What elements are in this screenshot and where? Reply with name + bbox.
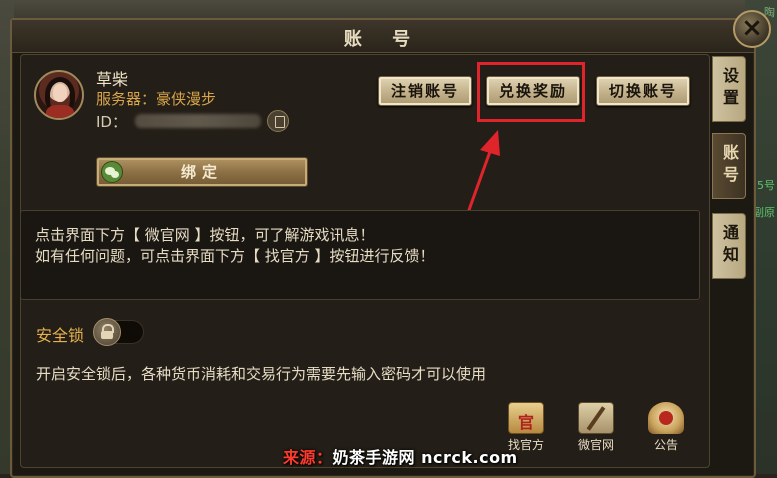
player-name: 草柴 bbox=[96, 70, 129, 89]
security-lock-toggle[interactable] bbox=[93, 318, 144, 346]
official-seal-icon: 官 bbox=[508, 402, 544, 434]
copy-icon[interactable] bbox=[266, 110, 289, 132]
security-lock-label: 安全锁 bbox=[36, 326, 85, 345]
highlight-box bbox=[477, 62, 585, 122]
wechat-icon bbox=[101, 161, 123, 183]
id-label: ID： bbox=[96, 112, 127, 131]
micro-site-label: 微官网 bbox=[577, 438, 614, 452]
window-title: 账 号 bbox=[343, 29, 423, 50]
id-value-obscured bbox=[134, 114, 261, 128]
background-label: 副原 bbox=[753, 206, 775, 219]
scroll-quill-icon bbox=[578, 402, 614, 434]
switch-account-button[interactable]: 切换账号 bbox=[596, 76, 690, 106]
close-icon: × bbox=[741, 13, 763, 43]
info-box: 点击界面下方【 微官网 】按钮，可了解游戏讯息！ 如有任何问题，可点击界面下方【… bbox=[20, 210, 700, 300]
server-info: 服务器：豪侠漫步 bbox=[96, 88, 216, 109]
server-label: 服务器： bbox=[96, 90, 157, 108]
announcement-label: 公告 bbox=[653, 438, 678, 452]
tab-account[interactable]: 账号 bbox=[712, 133, 746, 199]
tab-notice[interactable]: 通知 bbox=[712, 213, 746, 279]
watermark-name: 奶茶手游网 bbox=[332, 448, 416, 467]
background-label: 5号 bbox=[757, 179, 775, 192]
official-seal-glyph: 官 bbox=[517, 413, 534, 432]
bind-wechat-button[interactable]: 绑定 bbox=[96, 157, 308, 187]
info-line: 如有任何问题，可点击界面下方【 找官方 】按钮进行反馈！ bbox=[35, 247, 435, 265]
title-bar: 账 号 bbox=[12, 20, 754, 53]
micro-site-button[interactable]: 微官网 bbox=[570, 402, 622, 452]
close-button[interactable]: × bbox=[733, 10, 771, 48]
bind-label: 绑定 bbox=[180, 163, 223, 181]
info-line: 点击界面下方【 微官网 】按钮，可了解游戏讯息！ bbox=[35, 226, 375, 244]
watermark: 来源：奶茶手游网 ncrck.com bbox=[283, 444, 518, 468]
avatar bbox=[34, 70, 84, 120]
security-lock-description: 开启安全锁后，各种货币消耗和交易行为需要先输入密码才可以使用 bbox=[36, 365, 487, 383]
lock-icon bbox=[93, 318, 121, 346]
find-official-button[interactable]: 官 找官方 bbox=[500, 402, 552, 452]
player-id-row: ID： bbox=[96, 110, 289, 132]
server-value: 豪侠漫步 bbox=[156, 90, 217, 108]
watermark-site: ncrck.com bbox=[421, 448, 518, 467]
tab-settings[interactable]: 设置 bbox=[712, 56, 746, 122]
announcement-button[interactable]: 公告 bbox=[640, 402, 692, 452]
watermark-source: 来源： bbox=[283, 448, 333, 467]
logout-button[interactable]: 注销账号 bbox=[378, 76, 472, 106]
announcement-icon bbox=[648, 402, 684, 434]
